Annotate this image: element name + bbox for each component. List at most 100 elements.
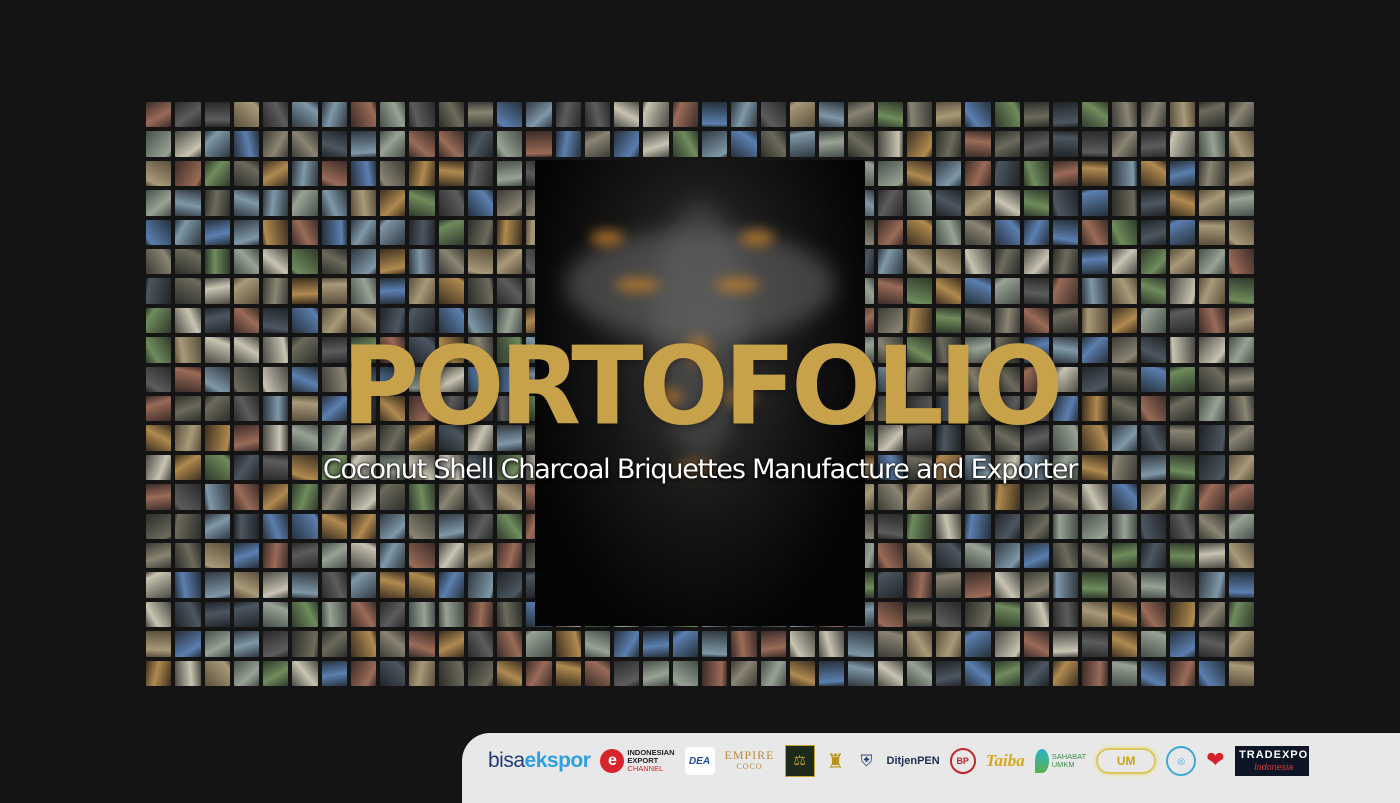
mosaic-tile bbox=[555, 660, 581, 686]
mosaic-tile bbox=[204, 190, 230, 216]
mosaic-tile bbox=[292, 160, 318, 187]
mosaic-tile bbox=[350, 131, 377, 157]
mosaic-tile bbox=[175, 601, 201, 628]
mosaic-tile bbox=[877, 248, 903, 275]
mosaic-tile bbox=[175, 513, 201, 539]
mosaic-tile bbox=[614, 631, 640, 657]
mosaic-tile bbox=[204, 542, 230, 569]
mosaic-tile bbox=[438, 278, 464, 304]
mosaic-tile bbox=[1111, 572, 1137, 598]
mosaic-tile bbox=[380, 513, 406, 539]
mosaic-tile bbox=[321, 572, 347, 598]
mosaic-tile bbox=[702, 631, 728, 657]
mosaic-tile bbox=[643, 631, 669, 657]
mosaic-tile bbox=[1140, 160, 1167, 187]
mosaic-tile bbox=[1023, 601, 1050, 628]
mosaic-tile bbox=[1228, 278, 1254, 304]
mosaic-tile bbox=[1111, 160, 1137, 187]
mosaic-tile bbox=[497, 278, 523, 304]
mosaic-tile bbox=[175, 131, 201, 157]
mosaic-tile bbox=[321, 660, 347, 686]
sahabat-line2: UMKM bbox=[1051, 760, 1075, 769]
mosaic-tile bbox=[438, 572, 464, 598]
mosaic-tile bbox=[292, 102, 318, 128]
mosaic-tile bbox=[1111, 190, 1137, 216]
mosaic-tile bbox=[146, 131, 172, 157]
mosaic-tile bbox=[994, 131, 1020, 157]
mosaic-tile bbox=[146, 219, 172, 245]
mosaic-tile bbox=[1111, 102, 1137, 128]
mosaic-tile bbox=[1023, 660, 1050, 686]
mosaic-tile bbox=[233, 542, 260, 569]
mosaic-tile bbox=[1082, 542, 1108, 569]
mosaic-tile bbox=[1082, 102, 1108, 128]
mosaic-tile bbox=[1170, 278, 1196, 304]
mosaic-tile bbox=[965, 131, 991, 157]
mosaic-tile bbox=[877, 542, 903, 569]
mosaic-tile bbox=[702, 131, 728, 157]
mosaic-tile bbox=[409, 102, 435, 128]
mosaic-tile bbox=[877, 219, 903, 245]
mosaic-tile bbox=[409, 660, 435, 686]
mosaic-tile bbox=[438, 513, 464, 539]
mosaic-tile bbox=[789, 131, 816, 157]
mosaic-tile bbox=[994, 631, 1020, 657]
empire-line1: EMPIRE bbox=[724, 748, 775, 762]
mosaic-tile bbox=[614, 102, 640, 128]
mosaic-tile bbox=[1228, 660, 1254, 686]
mosaic-tile bbox=[350, 102, 377, 128]
mosaic-tile bbox=[731, 131, 757, 157]
mosaic-tile bbox=[1228, 572, 1254, 598]
mosaic-tile bbox=[263, 542, 289, 569]
mosaic-tile bbox=[936, 601, 962, 628]
mosaic-tile bbox=[526, 102, 552, 128]
mosaic-tile bbox=[263, 513, 289, 539]
mosaic-tile bbox=[409, 248, 435, 275]
mosaic-tile bbox=[146, 601, 172, 628]
taiba-logo: Taiba bbox=[985, 751, 1025, 770]
mosaic-tile bbox=[146, 513, 172, 539]
mosaic-tile bbox=[819, 131, 845, 157]
mosaic-tile bbox=[672, 131, 698, 157]
mosaic-tile bbox=[614, 131, 640, 157]
mosaic-tile bbox=[584, 102, 611, 128]
mosaic-tile bbox=[1082, 131, 1108, 157]
mosaic-tile bbox=[204, 513, 230, 539]
mosaic-tile bbox=[1140, 102, 1167, 128]
mosaic-tile bbox=[409, 601, 435, 628]
mosaic-tile bbox=[760, 660, 786, 686]
mosaic-tile bbox=[175, 660, 201, 686]
mosaic-tile bbox=[1023, 542, 1050, 569]
mosaic-tile bbox=[1053, 160, 1079, 187]
mosaic-tile bbox=[994, 102, 1020, 128]
mosaic-tile bbox=[1053, 248, 1079, 275]
mosaic-tile bbox=[1111, 513, 1137, 539]
mosaic-tile bbox=[1170, 572, 1196, 598]
mosaic-tile bbox=[1228, 542, 1254, 569]
mosaic-tile bbox=[233, 131, 260, 157]
mosaic-tile bbox=[233, 190, 260, 216]
mosaic-tile bbox=[350, 660, 377, 686]
mosaic-tile bbox=[877, 660, 903, 686]
mosaic-tile bbox=[321, 131, 347, 157]
mosaic-tile bbox=[526, 131, 552, 157]
mosaic-tile bbox=[233, 160, 260, 187]
mosaic-tile bbox=[877, 631, 903, 657]
mosaic-tile bbox=[175, 248, 201, 275]
mosaic-tile bbox=[467, 631, 494, 657]
mosaic-tile bbox=[1053, 513, 1079, 539]
bisaekspor-logo-part1: bisa bbox=[488, 749, 525, 772]
mosaic-tile bbox=[936, 131, 962, 157]
mosaic-tile bbox=[936, 248, 962, 275]
mosaic-tile bbox=[819, 660, 845, 686]
mosaic-tile bbox=[789, 631, 816, 657]
mosaic-tile bbox=[146, 102, 172, 128]
mosaic-tile bbox=[1111, 219, 1137, 245]
mosaic-tile bbox=[350, 542, 377, 569]
mosaic-tile bbox=[1111, 248, 1137, 275]
umkm-circle-icon: ◎ bbox=[1166, 746, 1197, 776]
mosaic-tile bbox=[146, 572, 172, 598]
mosaic-tile bbox=[438, 160, 464, 187]
mosaic-tile bbox=[1140, 248, 1167, 275]
mosaic-tile bbox=[1053, 601, 1079, 628]
